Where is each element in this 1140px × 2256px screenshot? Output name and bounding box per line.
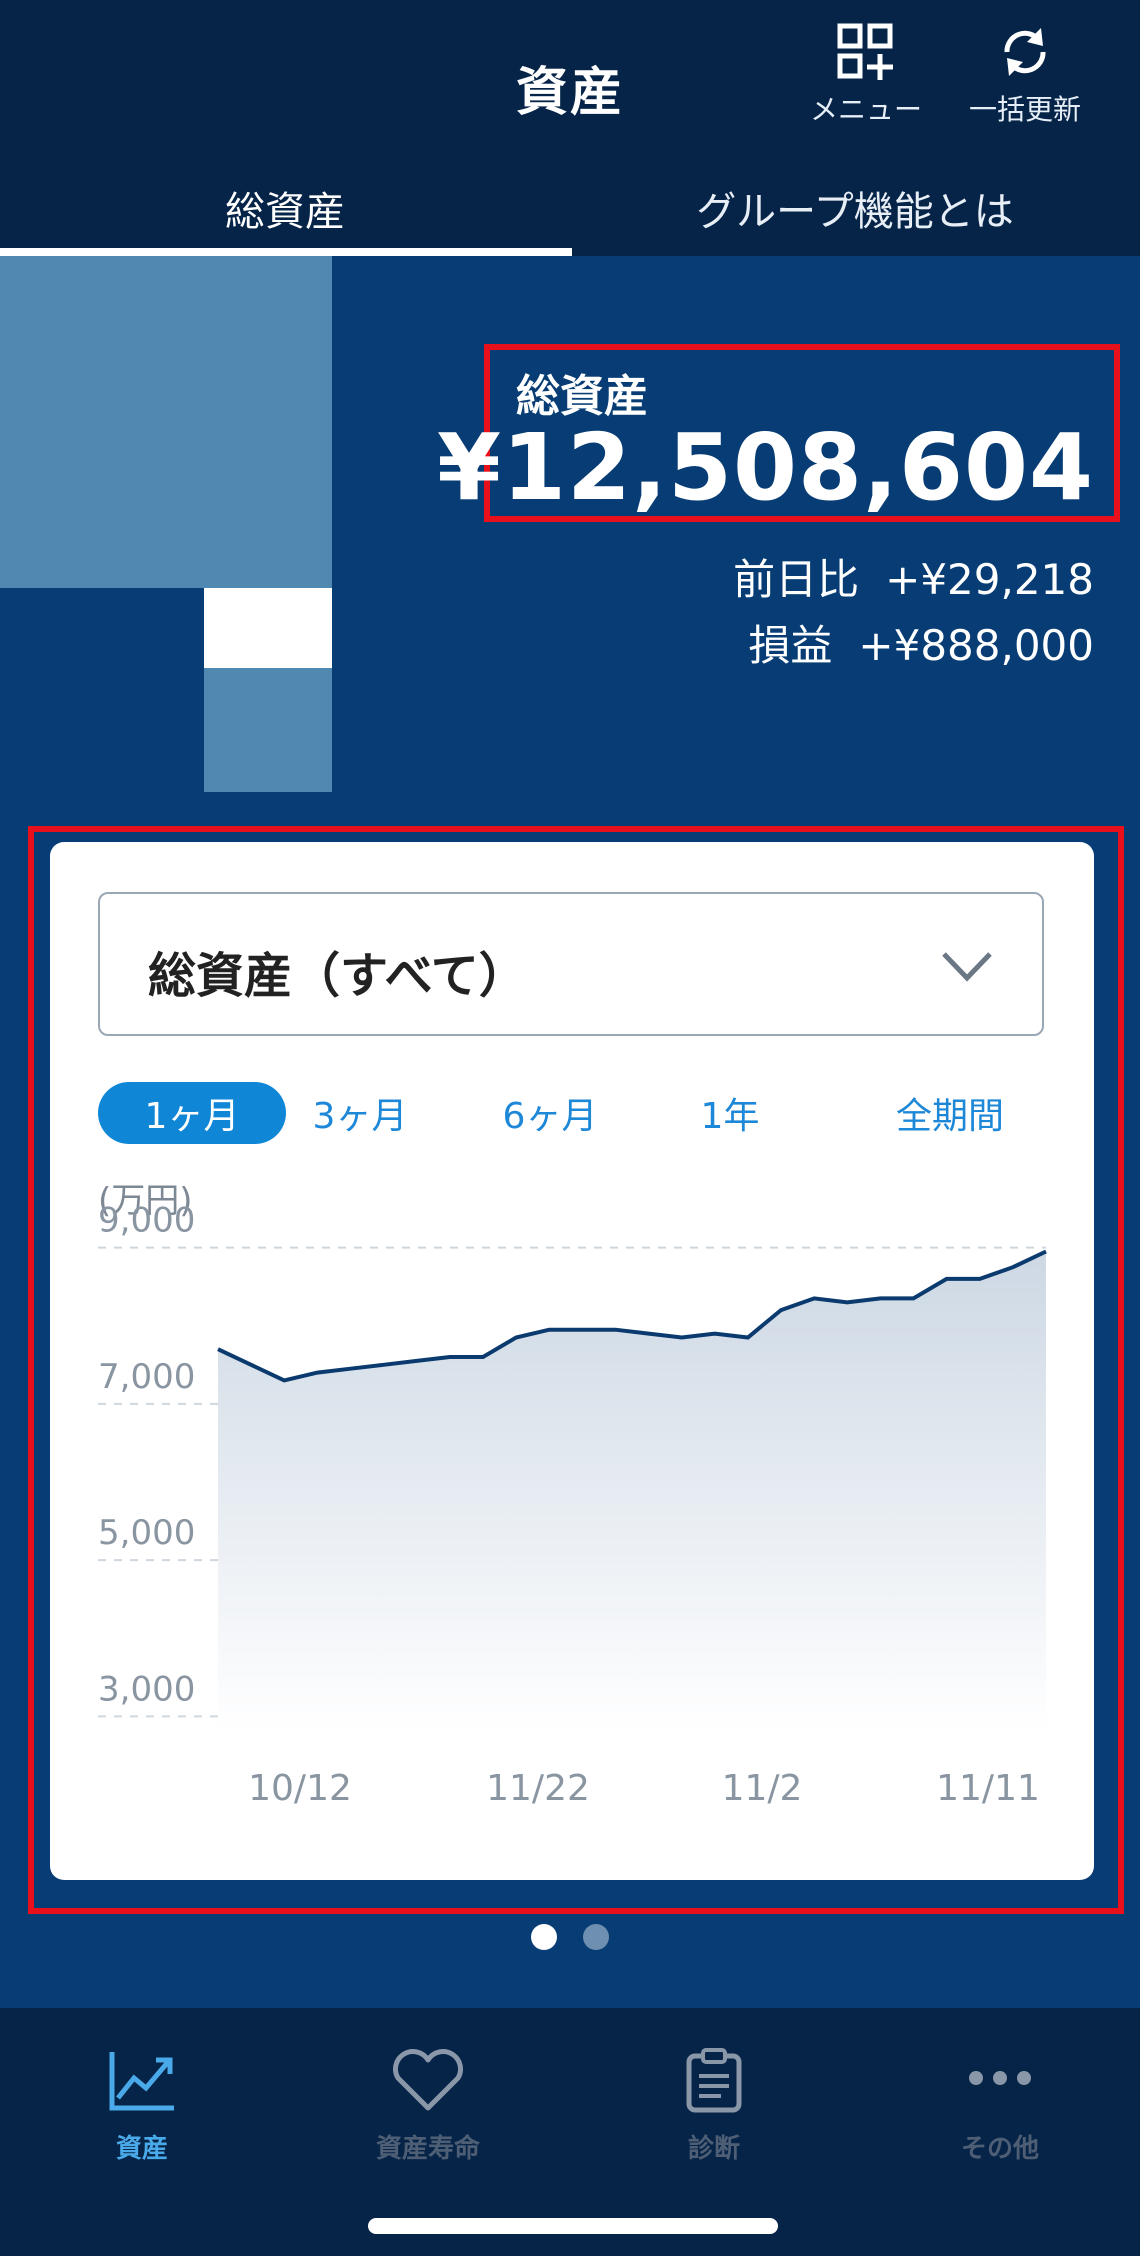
period-all[interactable]: 全期間 (860, 1082, 1040, 1144)
tab-total-assets[interactable]: 総資産 (0, 160, 570, 256)
nav-asset-life-label: 資産寿命 (375, 2134, 480, 2164)
refresh-label: 一括更新 (968, 93, 1081, 126)
menu-label: メニュー (809, 93, 922, 126)
nav-asset-life[interactable]: 資産寿命 (328, 2048, 528, 2165)
chart-area-fill (218, 1251, 1046, 1732)
tab-group-feature[interactable]: グループ機能とは (570, 160, 1140, 256)
period-1-month[interactable]: 1ヶ月 (98, 1082, 286, 1144)
active-tab-indicator (0, 248, 572, 256)
pager-dot-active[interactable] (531, 1924, 557, 1950)
y-tick-label: 7,000 (98, 1357, 195, 1397)
app-header: 資産 メニュー 一括更新 (0, 0, 1140, 160)
chart-card: 総資産（すべて） 1ヶ月 3ヶ月 6ヶ月 1年 全期間 (万円) 3,000 5,… (50, 842, 1094, 1880)
nav-assets-label: 資産 (115, 2134, 168, 2164)
nav-assets[interactable]: 資産 (42, 2048, 242, 2165)
menu-grid-icon (837, 23, 893, 80)
more-icon (969, 2071, 1031, 2085)
refresh-icon (1004, 28, 1046, 76)
period-3-months[interactable]: 3ヶ月 (288, 1082, 432, 1144)
total-assets-box: 総資産 ¥12,508,604 (437, 344, 1120, 522)
nav-diagnosis[interactable]: 診断 (614, 2048, 814, 2165)
y-tick-label: 3,000 (98, 1669, 195, 1709)
asset-category-value: 総資産（すべて） (148, 948, 527, 1004)
home-indicator (368, 2218, 778, 2234)
refresh-all-button[interactable]: 一括更新 (960, 22, 1090, 128)
nav-more-label: その他 (960, 2134, 1039, 2164)
menu-button[interactable]: メニュー (806, 22, 926, 128)
clipboard-icon (686, 2048, 742, 2113)
pnl-label: 損益 (748, 621, 833, 670)
carousel-pager (0, 1924, 1140, 1950)
pnl-row: 損益 +¥888,000 (748, 612, 1094, 673)
day-change-row: 前日比 +¥29,218 (733, 546, 1094, 607)
decor-block-white (204, 588, 332, 668)
x-tick-label: 11/2 (722, 1768, 803, 1809)
decor-block-large (0, 256, 332, 588)
total-assets-value: ¥12,508,604 (436, 414, 1094, 521)
period-6-months[interactable]: 6ヶ月 (478, 1082, 622, 1144)
day-change-label: 前日比 (733, 555, 860, 604)
x-tick-label: 11/11 (936, 1768, 1040, 1809)
chart-line-icon (109, 2052, 174, 2111)
y-tick-label: 9,000 (98, 1201, 195, 1241)
chevron-down-icon (942, 952, 992, 982)
x-tick-label: 11/22 (486, 1768, 590, 1809)
x-tick-label: 10/12 (248, 1768, 352, 1809)
heart-icon (393, 2049, 463, 2111)
day-change-value: +¥29,218 (885, 555, 1094, 604)
pager-dot[interactable] (583, 1924, 609, 1950)
y-tick-label: 5,000 (98, 1513, 195, 1553)
pnl-value: +¥888,000 (858, 621, 1094, 670)
asset-category-select[interactable]: 総資産（すべて） (98, 892, 1044, 1036)
decor-block-small (204, 668, 332, 792)
nav-diagnosis-label: 診断 (687, 2134, 740, 2164)
period-1-year[interactable]: 1年 (668, 1082, 792, 1144)
top-tabs: 総資産 グループ機能とは (0, 160, 1140, 256)
asset-history-chart: (万円) 3,0005,0007,0009,000 10/12 11/22 11/2… (98, 1181, 1047, 1809)
nav-more[interactable]: その他 (900, 2048, 1100, 2165)
